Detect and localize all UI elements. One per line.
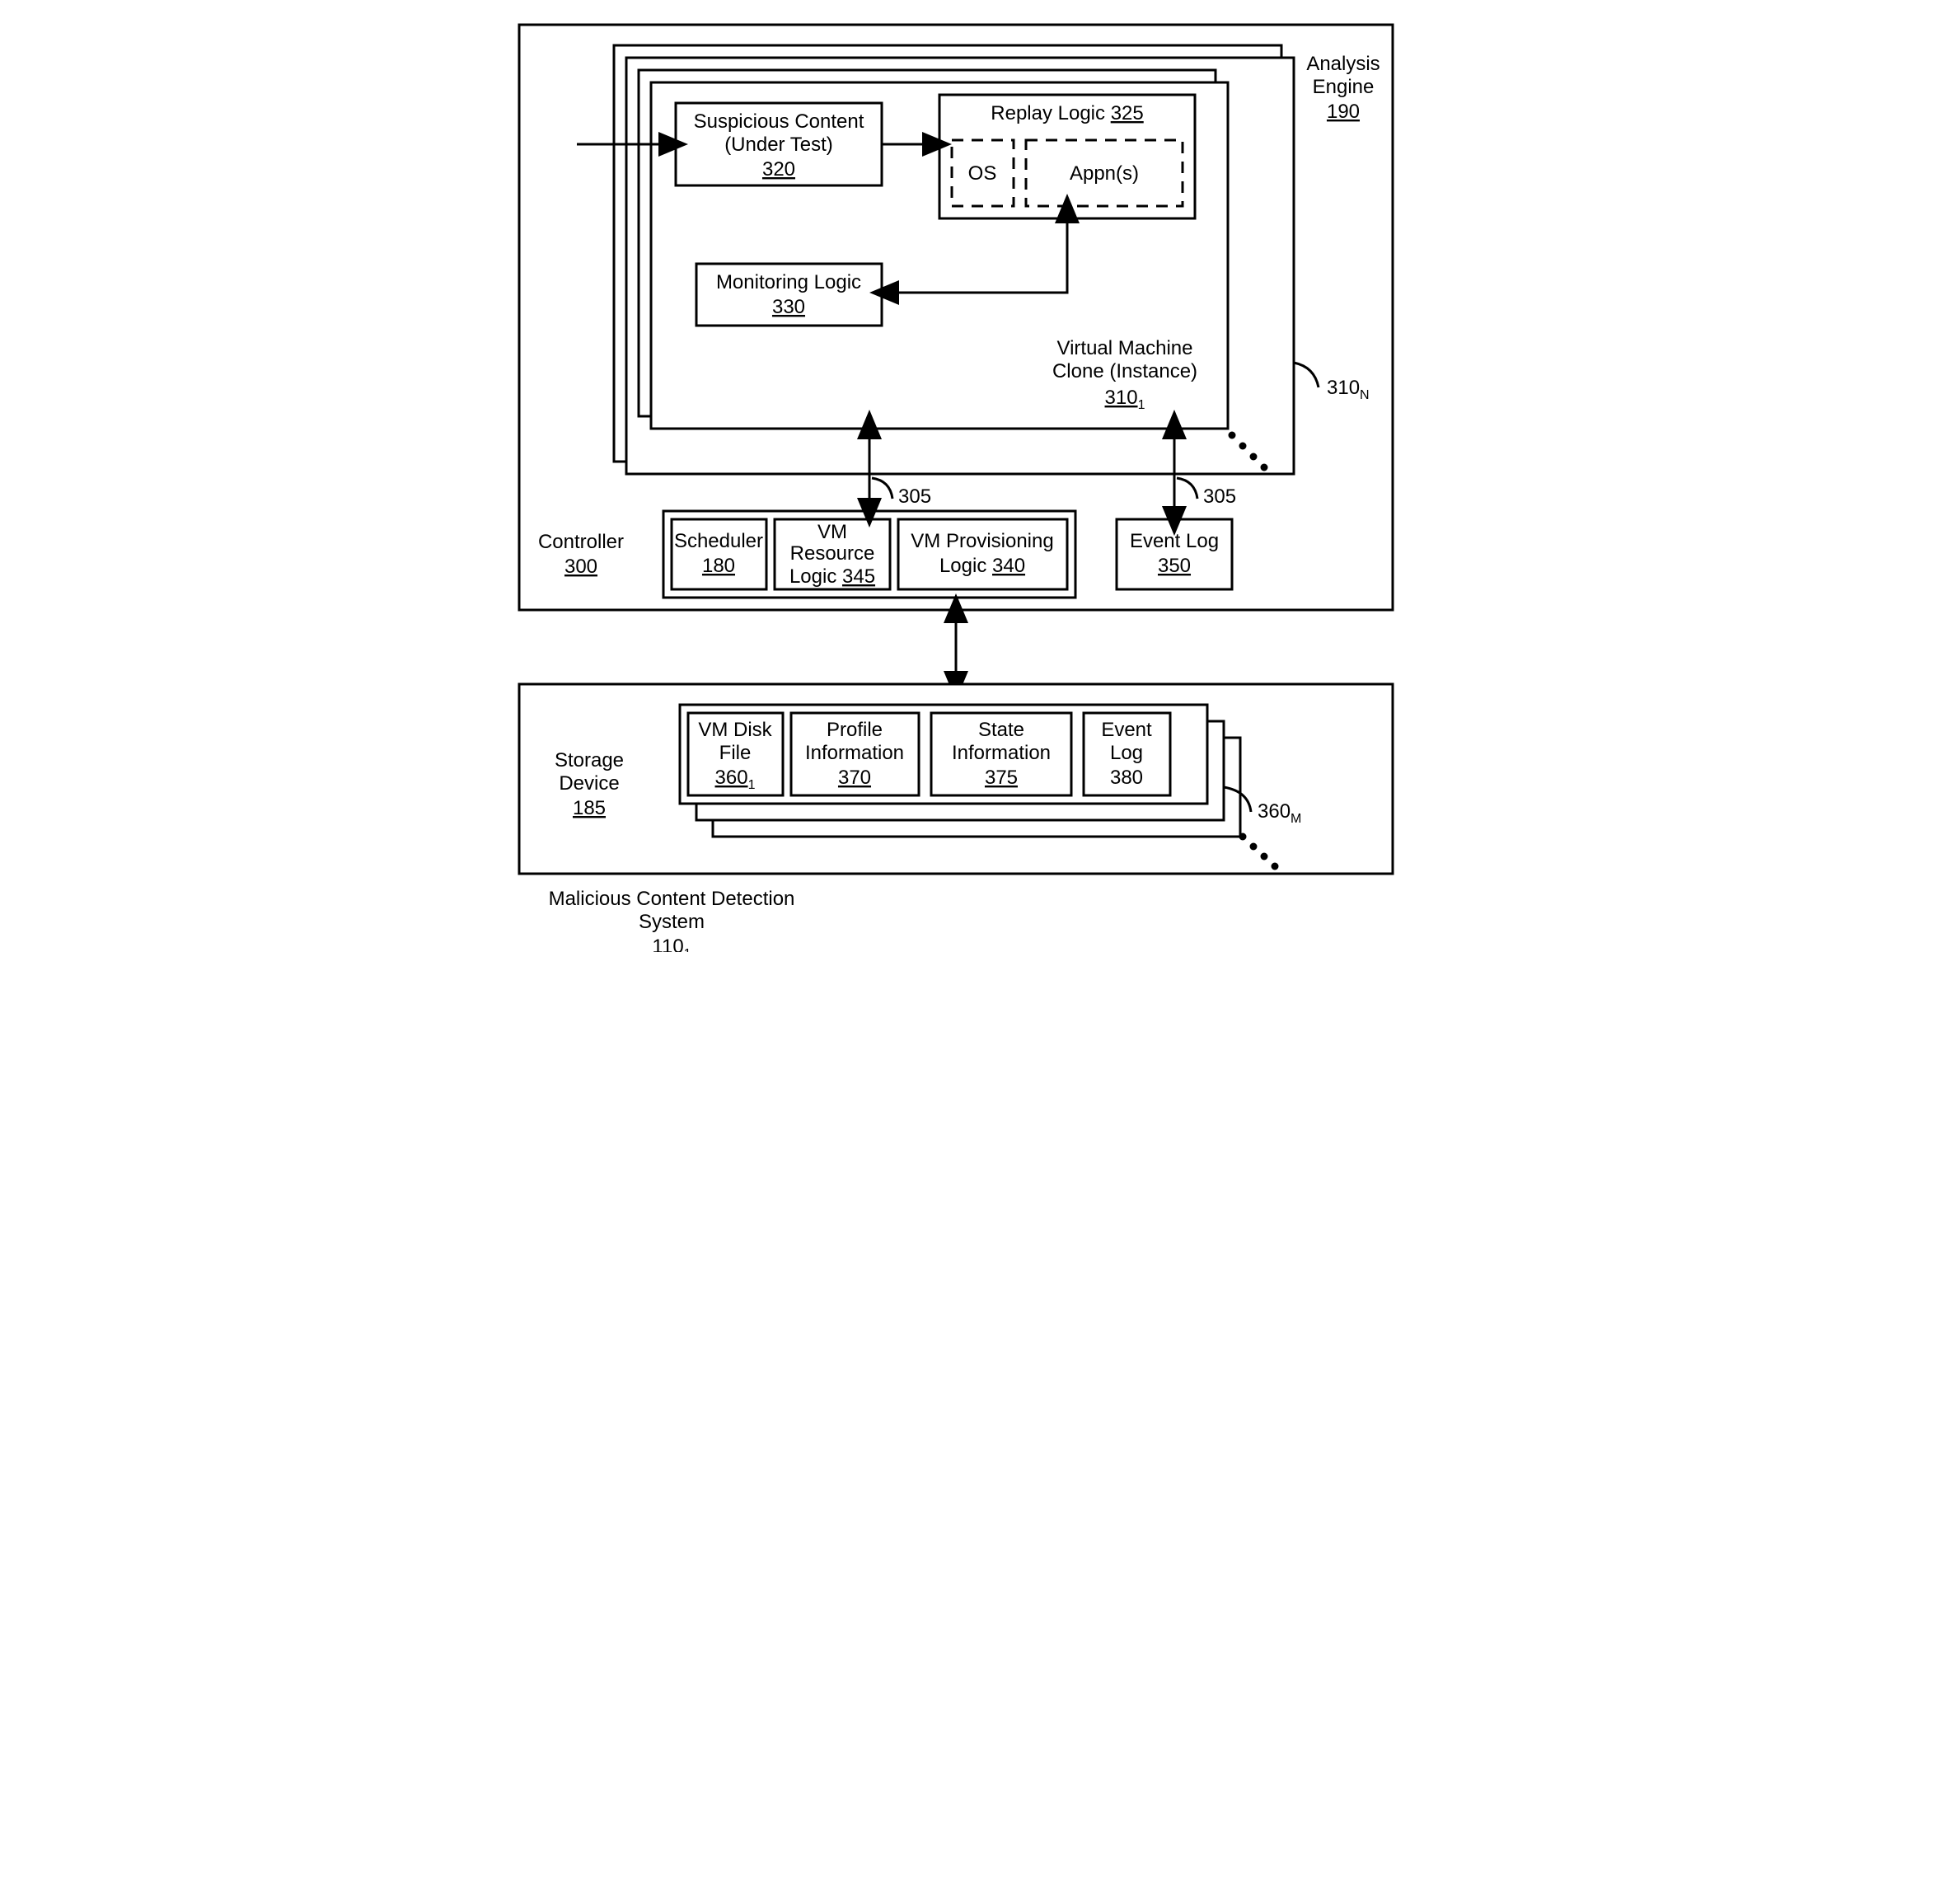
vmres-l3: Logic 345	[789, 565, 874, 588]
suspicious-l2: (Under Test)	[724, 134, 833, 156]
replay-title: Replay Logic 325	[991, 102, 1143, 124]
evlog-ref: 350	[1157, 555, 1190, 577]
vmprov-l2: Logic 340	[939, 555, 1024, 577]
state-l1: State	[977, 719, 1024, 741]
storage-title-1: Storage	[554, 749, 623, 771]
label-305-a: 305	[898, 485, 931, 508]
controller-ref: 300	[564, 556, 597, 578]
vmres-l2: Resource	[789, 542, 874, 565]
profile-l2: Information	[804, 742, 903, 764]
vmprov-l1: VM Provisioning	[911, 530, 1053, 552]
label-305-b: 305	[1203, 485, 1236, 508]
profile-ref: 370	[837, 767, 870, 789]
monitoring-ref: 330	[771, 296, 804, 318]
engine-title-2: Engine	[1312, 76, 1374, 98]
apps-label: Appn(s)	[1069, 162, 1138, 185]
profile-l1: Profile	[826, 719, 882, 741]
system-ref: 1101	[652, 936, 691, 952]
controller-title: Controller	[537, 531, 623, 553]
evlog2-ref: 380	[1109, 767, 1142, 789]
vmdisk-l2: File	[719, 742, 751, 764]
evlog2-l1: Event	[1101, 719, 1152, 741]
monitoring-title: Monitoring Logic	[715, 271, 860, 293]
suspicious-ref: 320	[761, 158, 794, 181]
storage-title-2: Device	[559, 772, 619, 795]
state-ref: 375	[984, 767, 1017, 789]
scheduler-title: Scheduler	[673, 530, 762, 552]
suspicious-l1: Suspicious Content	[693, 110, 864, 133]
state-l2: Information	[951, 742, 1050, 764]
system-title-1: Malicious Content Detection	[548, 888, 794, 910]
vm-l1: Virtual Machine	[1056, 337, 1192, 359]
evlog2-l2: Log	[1109, 742, 1142, 764]
storage-ref: 185	[572, 797, 605, 819]
vm-l2: Clone (Instance)	[1052, 360, 1197, 382]
vmres-l1: VM	[817, 521, 847, 543]
system-title-2: System	[638, 911, 704, 933]
vmdisk-l1: VM Disk	[698, 719, 772, 741]
evlog-title: Event Log	[1129, 530, 1218, 552]
os-label: OS	[967, 162, 996, 185]
engine-title-1: Analysis	[1306, 53, 1380, 75]
scheduler-ref: 180	[701, 555, 734, 577]
engine-ref: 190	[1326, 101, 1359, 123]
